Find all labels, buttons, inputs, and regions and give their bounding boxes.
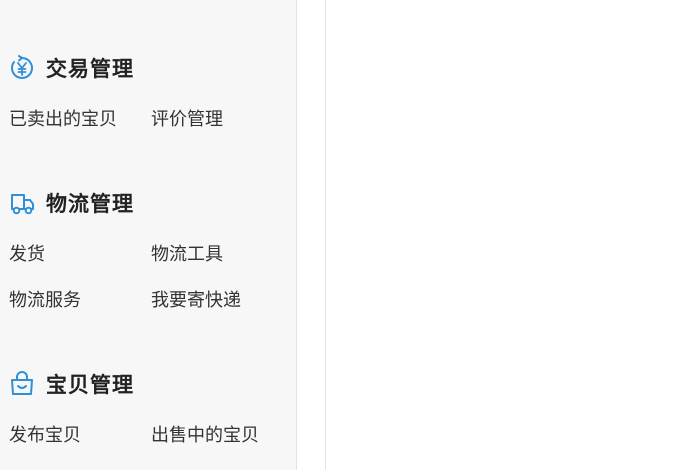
sidebar-nav: 交易管理 已卖出的宝贝 评价管理 物流管理 发货 物流工具 物流服务 我要寄快递… <box>0 0 297 470</box>
section-title: 交易管理 <box>46 57 134 81</box>
shopping-bag-icon <box>8 370 36 398</box>
section-header-items: 宝贝管理 <box>8 369 134 399</box>
link-items-on-sale[interactable]: 出售中的宝贝 <box>151 421 259 447</box>
section-header-trade: 交易管理 <box>8 53 134 83</box>
link-publish-item[interactable]: 发布宝贝 <box>9 421 81 447</box>
section-title: 物流管理 <box>46 192 134 216</box>
link-review-management[interactable]: 评价管理 <box>151 105 223 131</box>
main-content-area <box>325 0 700 470</box>
delivery-truck-icon <box>8 189 36 217</box>
section-header-logistics: 物流管理 <box>8 188 134 218</box>
link-send-express[interactable]: 我要寄快递 <box>151 286 241 312</box>
section-title: 宝贝管理 <box>46 373 134 397</box>
link-ship[interactable]: 发货 <box>9 240 45 266</box>
panel-gap <box>297 0 325 470</box>
link-logistics-services[interactable]: 物流服务 <box>9 286 81 312</box>
link-sold-items[interactable]: 已卖出的宝贝 <box>9 105 117 131</box>
link-logistics-tools[interactable]: 物流工具 <box>151 240 223 266</box>
yuan-circle-icon <box>8 54 36 82</box>
